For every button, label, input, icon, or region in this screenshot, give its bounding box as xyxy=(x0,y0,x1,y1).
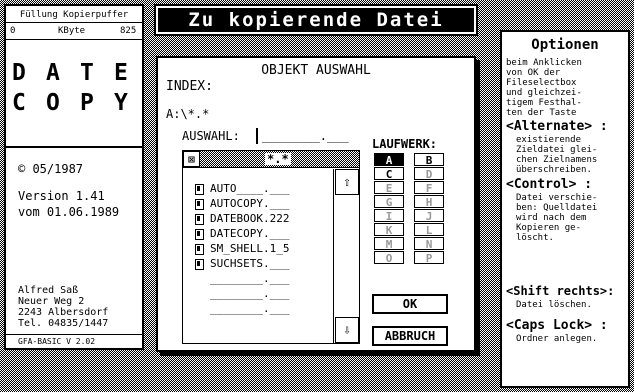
option-desc-shift: Datei löschen. xyxy=(516,300,592,310)
author-city: 2243 Albersdorf xyxy=(18,307,109,318)
drive-button-g[interactable]: G xyxy=(374,195,404,209)
scroll-up-button[interactable]: ⇧ xyxy=(335,169,359,195)
file-name: AUTOCOPY.___ xyxy=(210,197,290,210)
page-title: Zu kopierende Datei xyxy=(154,4,478,36)
file-list-item[interactable]: ________.___ xyxy=(195,271,325,286)
file-list-item[interactable]: ________.___ xyxy=(195,301,325,316)
drive-button-l[interactable]: L xyxy=(414,223,444,237)
file-list-item[interactable]: DATEBOOK.222 xyxy=(195,211,325,226)
drive-column-right: BDFHJLNP xyxy=(414,153,444,265)
file-icon-spacer xyxy=(195,271,204,286)
file-icon xyxy=(195,184,204,195)
option-key-shift: <Shift rechts>: xyxy=(506,284,615,298)
path-input[interactable]: A:\*.*______________________________ xyxy=(166,108,466,120)
copyright-text: © 05/1987 xyxy=(18,162,84,176)
selection-input[interactable]: ________.___ xyxy=(262,130,349,142)
filter-label[interactable]: *.* xyxy=(265,153,291,165)
file-list-item[interactable]: DATECOPY.___ xyxy=(195,226,325,241)
gauge-max: 825 xyxy=(120,26,137,36)
arrow-up-icon: ⇧ xyxy=(343,174,351,190)
scroll-down-button[interactable]: ⇩ xyxy=(335,317,359,343)
file-list-item[interactable]: AUTOCOPY.___ xyxy=(195,196,325,211)
list-header: ⊠ *.* xyxy=(183,151,359,168)
ok-button[interactable]: OK xyxy=(372,294,448,314)
arrow-down-icon: ⇩ xyxy=(343,322,351,338)
date-text: vom 01.06.1989 xyxy=(18,205,120,219)
file-name: DATEBOOK.222 xyxy=(210,212,290,225)
author-name: Alfred Saß xyxy=(18,285,79,296)
file-icon xyxy=(195,229,204,240)
drive-button-f[interactable]: F xyxy=(414,181,444,195)
options-title: Optionen xyxy=(531,37,599,53)
file-list-item[interactable]: AUTO____.___ xyxy=(195,181,325,196)
author-street: Neuer Weg 2 xyxy=(18,296,85,307)
file-list-item[interactable]: SUCHSETS.___ xyxy=(195,256,325,271)
option-key-control: <Control> : xyxy=(506,177,593,192)
info-panel: Füllung Kopierpuffer 0 KByte 825 D A T E… xyxy=(4,4,144,350)
datecopy-logo: D A T E C O P Y xyxy=(12,60,128,116)
file-icon xyxy=(195,259,204,270)
drive-button-h[interactable]: H xyxy=(414,195,444,209)
drive-button-d[interactable]: D xyxy=(414,167,444,181)
close-icon: ⊠ xyxy=(188,152,195,166)
drive-button-c[interactable]: C xyxy=(374,167,404,181)
file-icon xyxy=(195,199,204,210)
option-desc-control: Datei verschie- ben: Quelldatei wird nac… xyxy=(516,193,598,243)
file-icon-spacer xyxy=(195,301,204,316)
file-icon xyxy=(195,214,204,225)
options-intro: beim Anklicken von OK der Fileselectbox … xyxy=(506,58,582,118)
buffer-title: Füllung Kopierpuffer xyxy=(19,10,129,20)
gauge-min: 0 xyxy=(10,26,16,36)
file-name: ________.___ xyxy=(210,272,290,285)
file-list-body: AUTO____.___ AUTOCOPY.___ DATEBOOK.222 DATE… xyxy=(183,169,334,343)
dialog-heading: OBJEKT AUSWAHL xyxy=(261,63,371,78)
divider xyxy=(6,334,142,335)
file-name: SUCHSETS.___ xyxy=(210,257,290,270)
drive-column-left: ACEGIKMO xyxy=(374,153,404,265)
author-phone: Tel. 04835/1447 xyxy=(18,318,109,329)
options-panel: Optionen beim Anklicken von OK der Files… xyxy=(500,30,630,388)
option-key-capslock: <Caps Lock> : xyxy=(506,318,608,333)
drive-button-m[interactable]: M xyxy=(374,237,404,251)
scrollbar[interactable]: ⇧ ⇩ xyxy=(335,169,359,343)
file-icon xyxy=(195,244,204,255)
option-desc-capslock: Ordner anlegen. xyxy=(516,334,598,344)
file-name: DATECOPY.___ xyxy=(210,227,290,240)
option-desc-alternate: existierende Zieldatei glei- chen Zielna… xyxy=(516,135,598,175)
file-select-dialog: OBJEKT AUSWAHL INDEX: A:\*.*____________… xyxy=(156,56,476,352)
drive-button-o[interactable]: O xyxy=(374,251,404,265)
file-rows: AUTO____.___ AUTOCOPY.___ DATEBOOK.222 DATE… xyxy=(195,181,325,316)
buffer-gauge xyxy=(6,39,142,40)
close-box[interactable]: ⊠ xyxy=(183,151,200,167)
file-name: SM_SHELL.1_5 xyxy=(210,242,290,255)
drive-button-b[interactable]: B xyxy=(414,153,444,167)
drive-button-k[interactable]: K xyxy=(374,223,404,237)
drive-button-j[interactable]: J xyxy=(414,209,444,223)
file-list-item[interactable]: SM_SHELL.1_5 xyxy=(195,241,325,256)
auswahl-label: AUSWAHL: xyxy=(182,129,240,143)
footer-text: GFA-BASIC V 2.02 xyxy=(18,337,96,346)
version-text: Version 1.41 xyxy=(18,189,105,203)
drive-button-i[interactable]: I xyxy=(374,209,404,223)
file-icon-spacer xyxy=(195,286,204,301)
drive-button-p[interactable]: P xyxy=(414,251,444,265)
file-name: ________.___ xyxy=(210,287,290,300)
index-label: INDEX: xyxy=(166,79,213,94)
scroll-track[interactable] xyxy=(335,195,359,317)
drive-button-a[interactable]: A xyxy=(374,153,404,167)
divider xyxy=(6,146,142,148)
option-key-alternate: <Alternate> : xyxy=(506,119,608,134)
file-list: ⊠ *.* AUTO____.___ AUTOCOPY.___ DATEBOOK.2… xyxy=(182,150,360,344)
file-name: AUTO____.___ xyxy=(210,182,290,195)
file-list-item[interactable]: ________.___ xyxy=(195,286,325,301)
drive-button-e[interactable]: E xyxy=(374,181,404,195)
gauge-unit: KByte xyxy=(58,26,86,36)
text-cursor xyxy=(256,128,258,144)
drive-button-n[interactable]: N xyxy=(414,237,444,251)
drive-label: LAUFWERK: xyxy=(372,137,438,151)
divider xyxy=(6,22,142,23)
file-name: ________.___ xyxy=(210,302,290,315)
cancel-button[interactable]: ABBRUCH xyxy=(372,326,448,346)
